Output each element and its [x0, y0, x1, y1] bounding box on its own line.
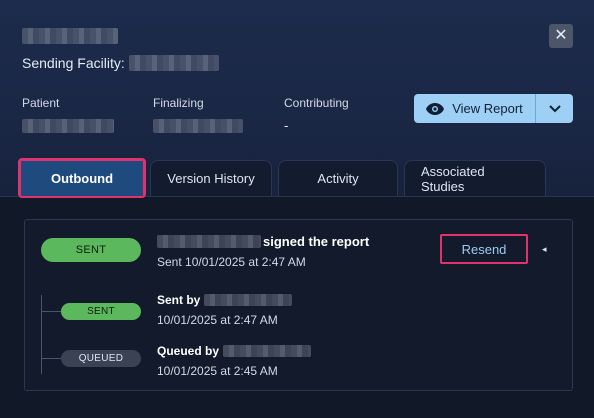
sending-facility: Sending Facility: — [22, 55, 219, 71]
close-icon: ✕ — [554, 27, 568, 44]
tab-activity[interactable]: Activity — [278, 160, 398, 196]
contributing-label: Contributing — [284, 96, 349, 110]
finalizing-label: Finalizing — [153, 96, 204, 110]
view-report-button[interactable]: View Report — [414, 94, 573, 123]
contributing-value: - — [284, 118, 289, 133]
history-tree-branch — [41, 311, 61, 312]
main-event: signed the report Sent 10/01/2025 at 2:4… — [157, 234, 369, 269]
main-event-action: signed the report — [263, 234, 370, 249]
redacted-queuer-name — [223, 345, 312, 357]
history-tree-line — [41, 295, 42, 374]
finalizing-field: Finalizing — [153, 96, 243, 133]
resend-button[interactable]: Resend — [440, 234, 528, 264]
eye-icon — [426, 102, 445, 115]
tab-bar: Outbound Version History Activity Associ… — [18, 158, 546, 198]
chevron-down-icon — [548, 104, 561, 112]
patient-label: Patient — [22, 96, 60, 110]
contributing-field: Contributing - — [284, 96, 349, 133]
history-timestamp: 10/01/2025 at 2:45 AM — [157, 364, 278, 378]
history-who-label: Queued by — [157, 344, 220, 358]
redacted-signer-name — [157, 235, 261, 248]
redacted-title — [22, 28, 118, 44]
tab-associated-studies[interactable]: Associated Studies — [404, 160, 546, 196]
history-timestamp: 10/01/2025 at 2:47 AM — [157, 313, 278, 327]
redacted-finalizing-name — [153, 118, 243, 133]
close-button[interactable]: ✕ — [549, 24, 573, 48]
tab-version-history[interactable]: Version History — [150, 160, 272, 196]
redacted-facility-name — [128, 55, 219, 71]
view-report-main[interactable]: View Report — [414, 94, 535, 123]
outbound-card: SENT signed the report Sent 10/01/2025 a… — [24, 219, 573, 391]
caret-left-icon[interactable]: ◂ — [542, 244, 547, 255]
status-badge-sent: SENT — [61, 303, 141, 320]
patient-field: Patient — [22, 96, 114, 133]
history-item: Queued by 10/01/2025 at 2:45 AM — [157, 344, 312, 378]
status-badge-sent: SENT — [41, 238, 141, 262]
main-event-timestamp: Sent 10/01/2025 at 2:47 AM — [157, 255, 306, 269]
redacted-sender-name — [204, 294, 293, 306]
view-report-label: View Report — [452, 101, 523, 116]
view-report-dropdown[interactable] — [535, 94, 573, 123]
status-badge-queued: QUEUED — [61, 350, 141, 367]
redacted-patient-name — [22, 118, 114, 133]
history-who-label: Sent by — [157, 293, 201, 307]
tab-outbound[interactable]: Outbound — [18, 158, 146, 198]
history-item: Sent by 10/01/2025 at 2:47 AM — [157, 293, 293, 327]
history-tree-branch — [41, 358, 61, 359]
sending-facility-label: Sending Facility: — [22, 55, 125, 71]
